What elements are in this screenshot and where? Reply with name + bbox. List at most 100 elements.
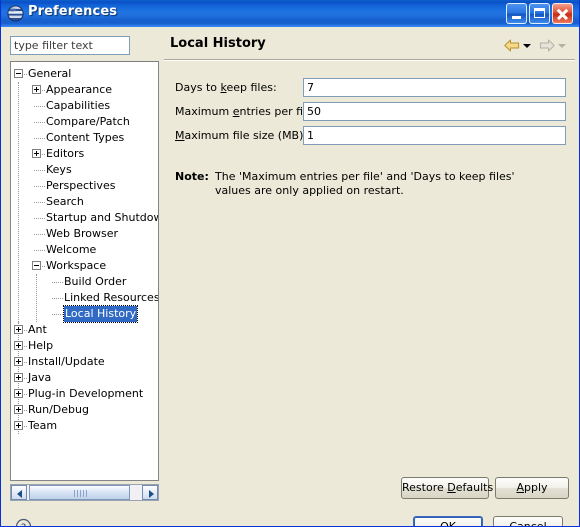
tree-expander-plus-icon[interactable] xyxy=(14,341,23,350)
tree-expander-plus-icon[interactable] xyxy=(32,85,41,94)
help-question-icon[interactable]: ? xyxy=(15,518,32,527)
tree-guide-tick xyxy=(34,170,45,171)
tree-item-help[interactable]: Help xyxy=(28,338,53,354)
dialog-body: General Appearance Capabilities Compare/Pat… xyxy=(1,27,579,527)
tree-item-label: Run/Debug xyxy=(28,403,89,416)
tree-item-perspectives[interactable]: Perspectives xyxy=(46,178,115,194)
tree-item-label: Startup and Shutdown xyxy=(46,211,158,224)
tree-item-label: Search xyxy=(46,195,84,208)
tree-expander-plus-icon[interactable] xyxy=(14,405,23,414)
tree-item-build-order[interactable]: Build Order xyxy=(64,274,126,290)
forward-arrow-icon xyxy=(539,39,555,52)
tree-item-label: Help xyxy=(28,339,54,352)
minimize-button[interactable] xyxy=(506,3,527,24)
preference-page: Local History Days to keep files: Maximum… xyxy=(164,31,575,477)
tree-item-plug-in-development[interactable]: Plug-in Development xyxy=(28,386,143,402)
tree-item-install-update[interactable]: Install/Update xyxy=(28,354,105,370)
filter-input[interactable] xyxy=(10,36,130,55)
scroll-left-icon[interactable] xyxy=(11,485,27,500)
minimize-icon xyxy=(512,16,521,19)
ok-button[interactable]: OK xyxy=(413,516,483,526)
tree-guide-tick xyxy=(34,250,45,251)
tree-item-team[interactable]: Team xyxy=(28,418,57,434)
maximum-file-size-mb-input[interactable] xyxy=(303,126,566,145)
tree-item-ant[interactable]: Ant xyxy=(28,322,47,338)
tree-item-keys[interactable]: Keys xyxy=(46,162,72,178)
maximize-icon xyxy=(534,8,545,18)
tree-expander-plus-icon[interactable] xyxy=(14,421,23,430)
back-dropdown-chevron-down-icon[interactable] xyxy=(523,44,531,48)
maximum-entries-per-file-input[interactable] xyxy=(303,102,566,121)
tree-item-label: Capabilities xyxy=(46,99,111,112)
mnemonic: e xyxy=(232,105,240,118)
note-line-2: values are only applied on restart. xyxy=(215,184,404,197)
note-line-1: The 'Maximum entries per file' and 'Days… xyxy=(215,170,515,183)
tree-guide-tick xyxy=(34,122,45,123)
days-to-keep-files-label: Days to keep files: xyxy=(175,81,277,94)
tree-guide-tick xyxy=(34,106,45,107)
tree-scroll-viewport: General Appearance Capabilities Compare/Pat… xyxy=(11,62,158,480)
tree-item-startup-and-shutdown[interactable]: Startup and Shutdown xyxy=(46,210,158,226)
mnemonic: k xyxy=(220,81,227,94)
tree-item-appearance[interactable]: Appearance xyxy=(46,82,112,98)
tree-expander-plus-icon[interactable] xyxy=(14,389,23,398)
tree-guide-tick xyxy=(34,218,45,219)
tree-item-general[interactable]: General xyxy=(28,66,71,82)
tree-item-editors[interactable]: Editors xyxy=(46,146,84,162)
preferences-tree[interactable]: General Appearance Capabilities Compare/Pat… xyxy=(10,61,159,481)
preferences-sphere-icon xyxy=(7,5,24,22)
tree-item-welcome[interactable]: Welcome xyxy=(46,242,96,258)
tree-item-web-browser[interactable]: Web Browser xyxy=(46,226,118,242)
tree-item-compare-patch[interactable]: Compare/Patch xyxy=(46,114,130,130)
tree-item-label: Team xyxy=(28,419,58,432)
tree-item-label: Install/Update xyxy=(28,355,105,368)
tree-item-label: Web Browser xyxy=(46,227,119,240)
maximize-button[interactable] xyxy=(529,3,550,24)
tree-guide-tick xyxy=(34,202,45,203)
tree-item-label: Plug-in Development xyxy=(28,387,144,400)
restore-mnemonic: D xyxy=(447,481,456,494)
back-arrow-icon[interactable] xyxy=(504,39,520,52)
tree-item-label: Content Types xyxy=(46,131,125,144)
tree-guide-tick xyxy=(52,282,63,283)
tree-item-workspace[interactable]: Workspace xyxy=(46,258,106,274)
tree-item-search[interactable]: Search xyxy=(46,194,84,210)
scrollbar-grip xyxy=(74,490,87,497)
tree-item-linked-resources[interactable]: Linked Resources xyxy=(64,290,158,306)
tree-item-local-history[interactable]: Local History xyxy=(62,305,139,323)
tree-guide-tick xyxy=(52,314,63,315)
tree-expander-plus-icon[interactable] xyxy=(14,357,23,366)
cancel-button[interactable]: Cancel xyxy=(493,516,563,526)
title-bar: Preferences xyxy=(1,0,579,27)
days-to-keep-files-input[interactable] xyxy=(303,78,566,97)
note-label: Note: xyxy=(175,170,209,183)
scrollbar-thumb[interactable] xyxy=(29,485,130,500)
tree-item-label: Appearance xyxy=(46,83,113,96)
tree-guide-tick xyxy=(34,138,45,139)
maximum-entries-per-file-label: Maximum entries per file: xyxy=(175,105,317,118)
tree-horizontal-scrollbar[interactable] xyxy=(10,484,159,501)
tree-item-run-debug[interactable]: Run/Debug xyxy=(28,402,89,418)
tree-expander-plus-icon[interactable] xyxy=(14,373,23,382)
maximum-file-size-mb-label: Maximum file size (MB): xyxy=(175,129,308,142)
tree-item-content-types[interactable]: Content Types xyxy=(46,130,124,146)
tree-item-label: General xyxy=(28,67,72,80)
scroll-right-icon[interactable] xyxy=(142,485,158,500)
tree-expander-minus-icon[interactable] xyxy=(14,69,23,78)
tree-item-label: Compare/Patch xyxy=(46,115,130,128)
tree-item-label: Java xyxy=(28,371,52,384)
tree-expander-minus-icon[interactable] xyxy=(32,261,41,270)
tree-item-label: Perspectives xyxy=(46,179,116,192)
tree-expander-plus-icon[interactable] xyxy=(14,325,23,334)
tree-item-label: Build Order xyxy=(64,275,127,288)
tree-item-capabilities[interactable]: Capabilities xyxy=(46,98,110,114)
svg-text:?: ? xyxy=(21,522,26,527)
tree-item-label: Local History xyxy=(62,305,139,323)
tree-expander-plus-icon[interactable] xyxy=(32,149,41,158)
tree-guide-line xyxy=(36,274,37,322)
mnemonic: M xyxy=(175,129,185,142)
preferences-dialog: Preferences General Appearance Capabilitie… xyxy=(0,0,580,527)
tree-guide-tick xyxy=(52,298,63,299)
tree-item-java[interactable]: Java xyxy=(28,370,51,386)
close-button[interactable] xyxy=(552,3,573,24)
